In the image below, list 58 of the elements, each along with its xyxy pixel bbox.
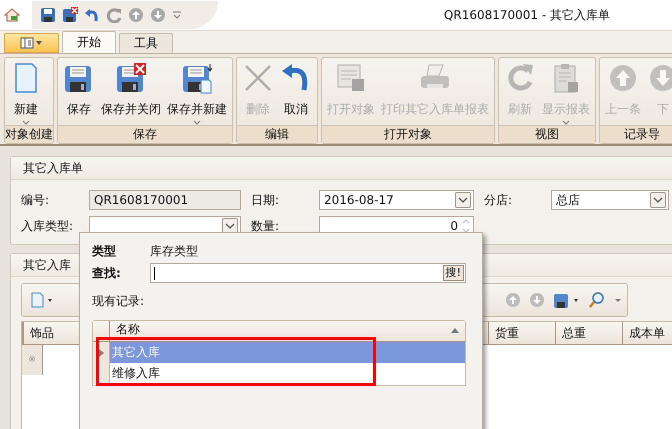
save-close-icon[interactable] [62,7,78,23]
group-label: 保存 [58,125,232,143]
table-icon [335,62,367,94]
undo-icon[interactable] [84,7,100,23]
group-label: 编辑 [237,125,317,143]
floppy-disk-close-icon [115,62,147,94]
input-field[interactable]: 总店 [551,190,669,210]
panel-title: 其它入库单 [11,157,672,180]
column-header[interactable]: 成本单 [622,322,672,344]
down-icon[interactable] [150,7,166,23]
ribbon-button[interactable]: 保存 [60,58,98,125]
caret-icon [562,120,570,125]
app-menu-icon [20,37,44,49]
column-header[interactable]: 饰品 [23,322,70,344]
current-row-icon [98,348,104,356]
ribbon-button[interactable]: 取消 [277,58,315,125]
ribbon-button[interactable]: 保存并新建 [164,58,230,125]
home-icon[interactable] [4,7,20,23]
ribbon-button[interactable]: 新建 [7,58,45,125]
search-button[interactable]: 搜! [442,265,464,281]
redo-icon[interactable] [106,7,122,23]
up-icon[interactable] [128,7,144,23]
group-label: 记录导 [600,125,672,143]
column-header[interactable]: 名称 [116,322,140,336]
save-icon[interactable] [40,7,56,23]
dropdown-icon[interactable] [650,192,666,208]
caret-icon [193,120,201,125]
group-label: 打开对象 [322,125,494,143]
window-title: QR1608170001 - 其它入库单 [444,6,610,24]
records-label: 现有记录: [92,293,146,310]
list-row[interactable]: 维修入库 [112,366,160,380]
floppy-disk-new-icon [181,62,213,94]
dropdown-icon[interactable] [455,192,471,208]
field-label: 编号: [21,192,50,208]
new-document-icon[interactable] [30,292,54,308]
search-field[interactable]: 搜! [150,263,466,283]
ribbon-tab[interactable]: 开始 [62,31,116,53]
new-row-marker: ※ [22,345,43,375]
group-label: 视图 [499,125,595,143]
down-arrow-icon [647,62,672,94]
customize-icon[interactable] [172,10,182,20]
field-label: 入库类型: [21,218,74,234]
field-label: 数量: [251,218,280,234]
sort-icon[interactable] [451,328,459,333]
field-label: 日期: [251,192,280,208]
search-icon[interactable] [589,292,605,308]
app-menu-button[interactable] [4,33,59,53]
input-field[interactable]: 2016-08-17 [319,190,474,210]
field-label: 分店: [484,192,514,208]
column-header[interactable]: 货重 [488,322,555,344]
group-label: 对象创建 [5,125,53,143]
input-field[interactable]: QR1608170001 [89,190,241,210]
column-header[interactable]: 总重 [555,322,622,344]
caret-icon [22,120,30,125]
save-icon[interactable] [553,292,581,308]
ribbon-tab[interactable]: 工具 [119,33,173,53]
ribbon-button[interactable]: 保存并关闭 [98,58,164,125]
spinner-icon[interactable] [461,217,471,235]
